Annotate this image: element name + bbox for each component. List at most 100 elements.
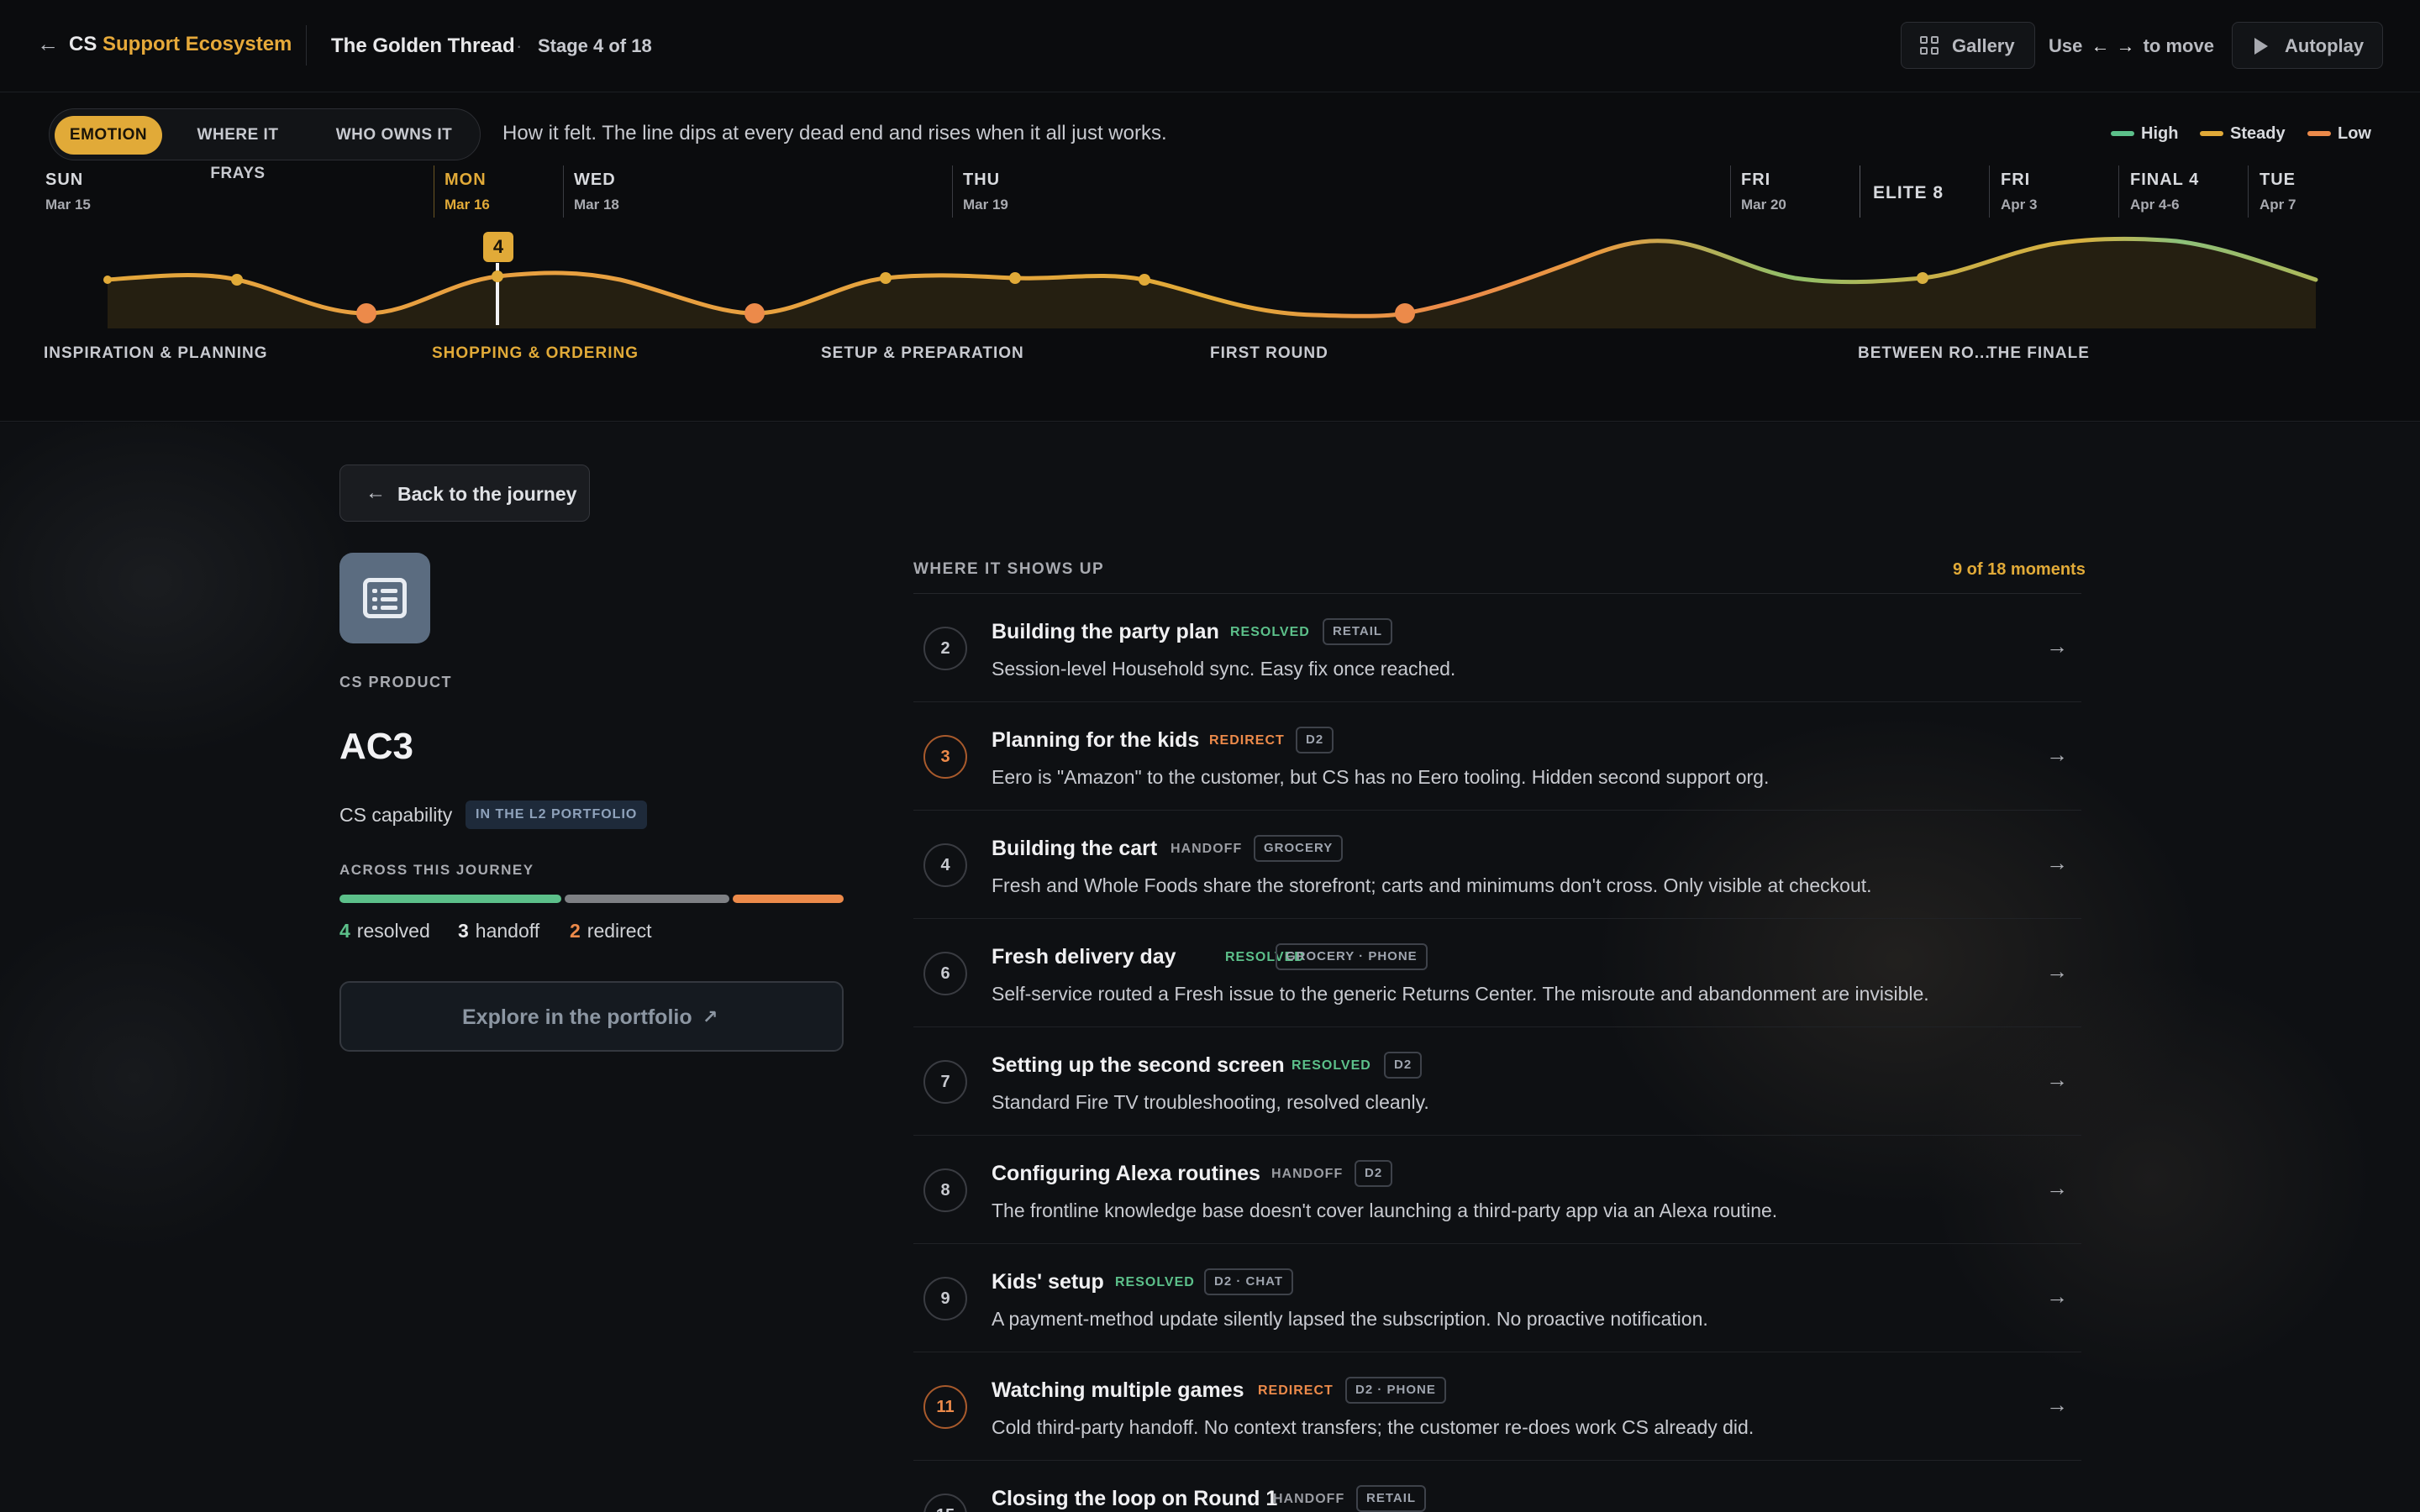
channel-tag: D2 <box>1384 1052 1423 1079</box>
journey-timeline: EMOTION WHERE IT FRAYS WHO OWNS IT How i… <box>0 93 2420 422</box>
arrow-right-icon[interactable]: → <box>2046 742 2068 767</box>
back-button-label: Back to the journey <box>397 483 577 505</box>
channel-tag: RETAIL <box>1323 618 1393 645</box>
curve-point <box>880 272 892 284</box>
arrow-right-icon[interactable]: → <box>2046 1175 2068 1200</box>
arrow-right-icon[interactable]: → <box>2046 958 2068 984</box>
channel-tag: D2 <box>1296 727 1334 753</box>
moments-count: 9 of 18 moments <box>1953 560 2086 579</box>
stage-label-current[interactable]: SHOPPING & ORDERING <box>432 343 639 365</box>
status-badge: RESOLVED <box>1230 625 1310 639</box>
external-link-icon: ↗ <box>702 1006 718 1027</box>
channel-tag: GROCERY · PHONE <box>1276 943 1428 970</box>
stage-label[interactable]: FIRST ROUND <box>1210 343 1328 365</box>
moment-number: 4 <box>923 843 967 887</box>
moments-heading: WHERE IT SHOWS UP <box>913 560 1105 578</box>
back-to-journey-button[interactable]: ← Back to the journey <box>339 465 590 522</box>
curve-area <box>108 239 2316 328</box>
arrow-right-icon[interactable]: → <box>2046 850 2068 875</box>
back-arrow-icon[interactable]: ← <box>37 32 60 55</box>
play-icon <box>2254 38 2268 55</box>
handoff-bar <box>565 895 729 903</box>
channel-tag: RETAIL <box>1356 1485 1427 1512</box>
hint-use: Use <box>2049 35 2083 56</box>
icon-line <box>372 589 377 593</box>
moment-number: 3 <box>923 735 967 779</box>
brand-cs: CS <box>69 33 97 55</box>
moment-title: Setting up the second screen <box>992 1053 1285 1077</box>
moment-row[interactable]: 15 Closing the loop on Round 1 HANDOFF R… <box>913 1461 2081 1512</box>
handoff-label: handoff <box>475 920 540 942</box>
moment-row[interactable]: 3 Planning for the kids REDIRECT D2 Eero… <box>913 702 2081 811</box>
arrow-left-icon: ← <box>2091 35 2110 56</box>
main-content: ← Back to the journey CS PRODUCT AC3 CS … <box>0 423 2420 1512</box>
curve-point <box>1139 274 1150 286</box>
moment-number: 8 <box>923 1168 967 1212</box>
portfolio-badge: IN THE L2 PORTFOLIO <box>466 801 648 829</box>
status-badge: REDIRECT <box>1258 1383 1334 1398</box>
moment-title: Watching multiple games <box>992 1378 1244 1402</box>
arrow-right-icon[interactable]: → <box>2046 633 2068 659</box>
moment-row[interactable]: 2 Building the party plan RESOLVED RETAI… <box>913 594 2081 702</box>
moment-number: 6 <box>923 952 967 995</box>
emotion-curve <box>103 236 2318 328</box>
icon-line <box>372 597 377 601</box>
stage-label[interactable]: SETUP & PREPARATION <box>821 343 1024 365</box>
redirect-bar <box>733 895 844 903</box>
arrow-right-icon: → <box>2116 35 2135 56</box>
gallery-button[interactable]: Gallery <box>1901 22 2035 69</box>
moment-row[interactable]: 9 Kids' setup RESOLVED D2 · CHAT A payme… <box>913 1244 2081 1352</box>
curve-point <box>1009 272 1021 284</box>
list-card-icon <box>339 553 430 643</box>
keyboard-hint: Use ← → to move <box>2049 34 2214 59</box>
moment-title: Configuring Alexa routines <box>992 1162 1260 1185</box>
divider <box>306 25 307 66</box>
autoplay-button[interactable]: Autoplay <box>2232 22 2383 69</box>
arrow-right-icon[interactable]: → <box>2046 1067 2068 1092</box>
moment-number: 2 <box>923 627 967 670</box>
moment-row[interactable]: 6 Fresh delivery day RESOLVED GROCERY · … <box>913 919 2081 1027</box>
explore-portfolio-button[interactable]: Explore in the portfolio ↗ <box>339 981 844 1052</box>
current-stage-marker[interactable]: 4 <box>483 232 513 262</box>
curve-point-low <box>744 303 765 323</box>
stat-handoff: 3 handoff <box>458 918 539 943</box>
hint-move: to move <box>2143 35 2214 56</box>
moment-row[interactable]: 8 Configuring Alexa routines HANDOFF D2 … <box>913 1136 2081 1244</box>
stage-label[interactable]: BETWEEN RO... <box>1858 343 1991 365</box>
arrow-right-icon[interactable]: → <box>2046 1500 2068 1512</box>
moment-row[interactable]: 4 Building the cart HANDOFF GROCERY Fres… <box>913 811 2081 919</box>
moment-title: Kids' setup <box>992 1270 1104 1294</box>
status-badge: HANDOFF <box>1171 842 1243 856</box>
curve-point <box>492 270 503 282</box>
curve-point-low <box>356 303 376 323</box>
moment-description: Standard Fire TV troubleshooting, resolv… <box>992 1091 1429 1113</box>
moment-description: A payment-method update silently lapsed … <box>992 1308 1708 1330</box>
curve-point <box>1917 272 1928 284</box>
channel-tag: D2 <box>1355 1160 1393 1187</box>
channel-tag: D2 · CHAT <box>1204 1268 1294 1295</box>
curve-point-low <box>1395 303 1415 323</box>
arrow-right-icon[interactable]: → <box>2046 1392 2068 1417</box>
brand-ecosystem-link[interactable]: Support Ecosystem <box>103 32 292 57</box>
status-badge: HANDOFF <box>1271 1167 1344 1181</box>
stage-label[interactable]: INSPIRATION & PLANNING <box>44 343 268 365</box>
moment-description: Session-level Household sync. Easy fix o… <box>992 658 1456 680</box>
moment-description: Fresh and Whole Foods share the storefro… <box>992 874 1872 896</box>
status-badge: RESOLVED <box>1292 1058 1371 1073</box>
moment-row[interactable]: 7 Setting up the second screen RESOLVED … <box>913 1027 2081 1136</box>
arrow-right-icon[interactable]: → <box>2046 1284 2068 1309</box>
moment-number: 9 <box>923 1277 967 1320</box>
top-bar: ← CS Support Ecosystem The Golden Thread… <box>0 0 2420 92</box>
autoplay-label: Autoplay <box>2285 35 2365 56</box>
icon-glyph <box>363 578 407 618</box>
moment-title: Building the party plan <box>992 620 1219 643</box>
moment-title: Fresh delivery day <box>992 945 1176 969</box>
stage-label[interactable]: THE FINALE <box>1987 343 2090 365</box>
stage-indicator: Stage 4 of 18 <box>538 35 652 56</box>
curve-point <box>103 276 112 284</box>
resolved-bar <box>339 895 561 903</box>
across-journey-label: ACROSS THIS JOURNEY <box>339 862 534 878</box>
moment-row[interactable]: 11 Watching multiple games REDIRECT D2 ·… <box>913 1352 2081 1461</box>
status-badge: REDIRECT <box>1209 733 1285 748</box>
channel-tag: GROCERY <box>1254 835 1344 862</box>
